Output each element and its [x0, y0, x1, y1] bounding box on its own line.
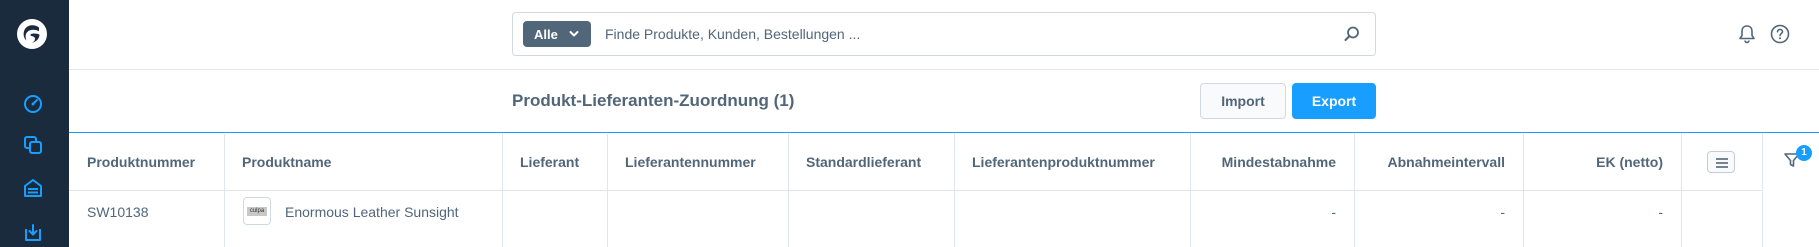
- column-header-lieferant[interactable]: Lieferant: [502, 134, 607, 191]
- column-header-lieferantenproduktnummer[interactable]: Lieferantenproduktnummer: [954, 134, 1190, 191]
- top-bar: Alle: [69, 0, 1819, 70]
- cell-produktname[interactable]: Enormous Leather Sunsight: [285, 191, 501, 247]
- column-header-abnahmeintervall[interactable]: Abnahmeintervall: [1354, 134, 1523, 191]
- thumbnail-text: culpa: [247, 207, 267, 216]
- column-header-lieferantennummer[interactable]: Lieferantennummer: [607, 134, 788, 191]
- dashboard-icon[interactable]: [22, 92, 44, 114]
- customers-icon[interactable]: [22, 221, 44, 243]
- page-title: Produkt-Lieferanten-Zuordnung (1): [512, 91, 795, 110]
- bell-icon[interactable]: [1736, 23, 1758, 45]
- smart-bar: Produkt-Lieferanten-Zuordnung (1) Import…: [69, 70, 1819, 133]
- search-icon[interactable]: [1343, 25, 1361, 43]
- cell-mindestabnahme: -: [1331, 204, 1336, 220]
- list-icon: [1716, 158, 1728, 168]
- cell-ek-netto: -: [1658, 204, 1663, 220]
- column-header-ek-netto[interactable]: EK (netto): [1523, 134, 1681, 191]
- catalog-icon[interactable]: [22, 134, 44, 156]
- cell-standardlieferant: [788, 191, 954, 247]
- column-header-produktnummer[interactable]: Produktnummer: [69, 134, 224, 191]
- admin-sidebar: [0, 0, 69, 247]
- column-header-produktname[interactable]: Produktname: [224, 134, 502, 191]
- export-button[interactable]: Export: [1292, 83, 1376, 119]
- cell-produktnummer: SW10138: [87, 204, 149, 220]
- filter-count-badge: 1: [1796, 145, 1812, 161]
- global-search: Alle: [512, 12, 1376, 56]
- help-icon[interactable]: [1769, 23, 1791, 45]
- search-type-select[interactable]: Alle: [523, 21, 591, 47]
- cell-abnahmeintervall: -: [1500, 204, 1505, 220]
- orders-icon[interactable]: [22, 177, 44, 199]
- import-button[interactable]: Import: [1200, 83, 1286, 119]
- cell-lieferantenproduktnummer: [954, 191, 1190, 247]
- filter-sidebar: 1: [1762, 134, 1819, 247]
- cell-lieferantennummer: [607, 191, 788, 247]
- column-settings-button[interactable]: [1707, 151, 1735, 173]
- column-header-standardlieferant[interactable]: Standardlieferant: [788, 134, 954, 191]
- search-input[interactable]: [605, 22, 1305, 46]
- column-header-mindestabnahme[interactable]: Mindestabnahme: [1190, 134, 1354, 191]
- shopware-logo[interactable]: [16, 18, 48, 50]
- product-supplier-grid: Produktnummer Produktname Lieferant Lief…: [69, 134, 1762, 247]
- cell-lieferant: [502, 191, 607, 247]
- product-thumbnail: culpa: [243, 197, 271, 225]
- chevron-down-icon: [569, 31, 579, 37]
- search-type-label: Alle: [534, 27, 558, 42]
